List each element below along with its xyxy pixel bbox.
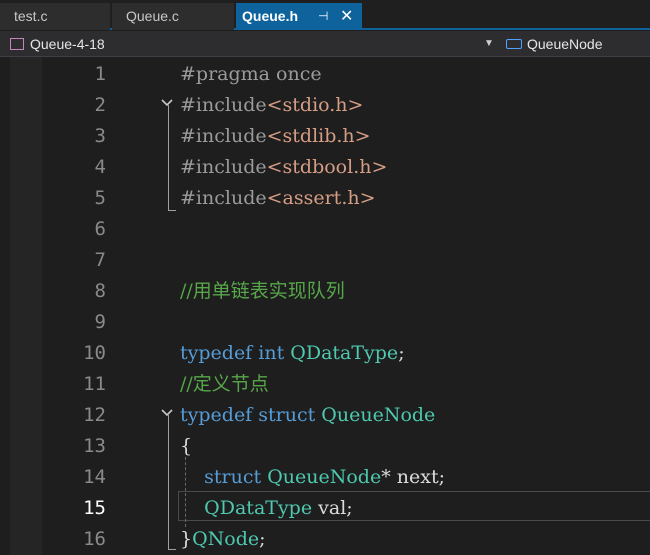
tab-label: test.c (14, 8, 48, 24)
code-token: QDataType (204, 497, 313, 519)
code-token: #pragma once (180, 63, 322, 85)
line-number: 7 (94, 249, 106, 271)
code-token: <stdbool.h> (266, 156, 388, 178)
struct-icon (506, 39, 522, 49)
code-text: typedef int QDataType; (180, 338, 405, 369)
code-text: QDataType val; (180, 493, 353, 524)
member-dropdown[interactable]: QueueNode (506, 34, 603, 54)
line-number: 16 (83, 528, 106, 550)
code-line[interactable]: 3 #include<stdlib.h> (0, 121, 650, 152)
code-line[interactable]: 15 QDataType val; (0, 493, 650, 524)
code-token: } (180, 528, 193, 550)
line-number: 9 (94, 311, 106, 333)
code-line[interactable]: 1 #pragma once (0, 59, 650, 90)
code-text: }QNode; (180, 524, 266, 555)
code-line[interactable]: 16}QNode; (0, 524, 650, 555)
navigation-bar: Queue-4-18 ▼ QueueNode (0, 31, 650, 57)
code-token: #include (180, 156, 267, 178)
code-line[interactable]: 7 (0, 245, 650, 276)
chevron-down-icon[interactable]: ▼ (484, 34, 494, 54)
project-scope-label: Queue-4-18 (30, 36, 105, 52)
code-line[interactable]: 5 #include<assert.h> (0, 183, 650, 214)
code-line[interactable]: 9 (0, 307, 650, 338)
tab-bar: test.c Queue.c Queue.h ⊣ ✕ (0, 0, 650, 30)
code-text: #include<assert.h> (180, 183, 376, 214)
code-token: struct (204, 466, 262, 488)
code-text: #pragma once (180, 59, 322, 90)
code-token: #include (180, 187, 267, 209)
code-token: typedef (180, 404, 253, 426)
line-number: 4 (94, 156, 106, 178)
code-token: <stdlib.h> (266, 125, 371, 147)
code-token: QNode (192, 528, 260, 550)
member-label: QueueNode (527, 36, 603, 52)
line-number: 15 (83, 497, 106, 519)
code-token: int (258, 342, 285, 364)
code-text: #include<stdio.h> (180, 90, 363, 121)
code-token: #include (180, 94, 267, 116)
code-token: ; (398, 342, 405, 364)
tab-label: Queue.c (126, 8, 179, 24)
code-token: QueueNode (267, 466, 382, 488)
tab-queue-h[interactable]: Queue.h ⊣ ✕ (236, 3, 362, 30)
code-token: typedef (180, 342, 253, 364)
code-text: typedef struct QueueNode (180, 400, 435, 431)
code-token: //定义节点 (180, 373, 269, 395)
tab-test-c[interactable]: test.c (0, 3, 110, 30)
code-token: { (180, 435, 193, 457)
code-text: struct QueueNode* next; (180, 462, 445, 493)
close-icon[interactable]: ✕ (340, 3, 353, 30)
code-line[interactable]: 10 typedef int QDataType; (0, 338, 650, 369)
pin-icon[interactable]: ⊣ (318, 3, 328, 30)
line-number: 8 (94, 280, 106, 302)
tab-queue-c[interactable]: Queue.c (112, 3, 234, 30)
line-number: 14 (83, 466, 106, 488)
code-token: #include (180, 125, 267, 147)
code-token: <stdio.h> (266, 94, 364, 116)
code-token: <assert.h> (266, 187, 376, 209)
code-token: val; (312, 497, 353, 519)
code-editor[interactable]: 1 #pragma once 2 #include<stdio.h> 3 #include… (0, 57, 650, 555)
code-line[interactable]: 12 typedef struct QueueNode (0, 400, 650, 431)
tab-label: Queue.h (242, 8, 299, 24)
line-number: 3 (94, 125, 106, 147)
code-line[interactable]: 4 #include<stdbool.h> (0, 152, 650, 183)
code-token: QueueNode (321, 404, 436, 426)
code-token: struct (258, 404, 316, 426)
code-text: //定义节点 (180, 369, 269, 400)
code-token: * next; (381, 466, 445, 488)
code-text: #include<stdlib.h> (180, 121, 371, 152)
code-line[interactable]: 2 #include<stdio.h> (0, 90, 650, 121)
line-number: 2 (94, 94, 106, 116)
code-token: ; (259, 528, 266, 550)
code-token: QDataType (290, 342, 399, 364)
line-number: 1 (94, 63, 106, 85)
line-number: 11 (83, 373, 106, 395)
line-number: 6 (94, 218, 106, 240)
line-number: 12 (83, 404, 106, 426)
line-number: 13 (83, 435, 106, 457)
code-line[interactable]: 11 //定义节点 (0, 369, 650, 400)
code-line[interactable]: 8 //用单链表实现队列 (0, 276, 650, 307)
code-token: //用单链表实现队列 (180, 280, 345, 302)
code-text: //用单链表实现队列 (180, 276, 345, 307)
code-line[interactable]: 6 (0, 214, 650, 245)
code-text: { (180, 431, 192, 462)
code-line[interactable]: 13 { (0, 431, 650, 462)
code-line[interactable]: 14 struct QueueNode* next; (0, 462, 650, 493)
line-number: 10 (83, 342, 106, 364)
project-scope-dropdown[interactable]: Queue-4-18 (10, 34, 105, 54)
code-text: #include<stdbool.h> (180, 152, 387, 183)
line-number: 5 (94, 187, 106, 209)
project-icon (10, 38, 24, 50)
